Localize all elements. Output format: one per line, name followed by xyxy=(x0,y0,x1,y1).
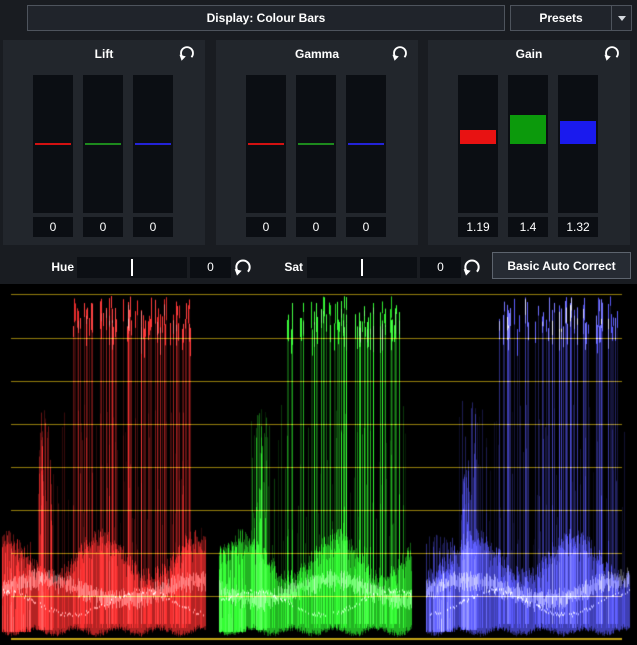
gamma-red-slider[interactable] xyxy=(246,75,286,213)
lift-red-slider[interactable] xyxy=(33,75,73,213)
lift-blue-slider[interactable] xyxy=(133,75,173,213)
gain-blue-slider[interactable] xyxy=(558,75,598,213)
hue-slider[interactable] xyxy=(77,257,187,278)
gain-blue-value: 1.32 xyxy=(558,217,598,237)
hue-reset-button[interactable] xyxy=(233,257,253,277)
gain-blue-slider-handle[interactable] xyxy=(560,121,596,144)
lift-red-slider-handle[interactable] xyxy=(35,143,71,145)
hue-value: 0 xyxy=(190,257,231,278)
rotate-ccw-arrow-icon xyxy=(462,257,482,277)
gamma-blue-slider[interactable] xyxy=(346,75,386,213)
hue-slider-handle[interactable] xyxy=(131,259,133,276)
lift-green-slider-handle[interactable] xyxy=(85,143,121,145)
gain-title: Gain xyxy=(428,47,630,61)
lift-title: Lift xyxy=(3,47,205,61)
display-mode-button[interactable]: Display: Colour Bars xyxy=(27,5,505,31)
gamma-title: Gamma xyxy=(216,47,418,61)
gain-red-slider-handle[interactable] xyxy=(460,130,496,144)
lift-blue-value: 0 xyxy=(133,217,173,237)
gamma-red-value: 0 xyxy=(246,217,286,237)
lift-red-value: 0 xyxy=(33,217,73,237)
gamma-green-slider-handle[interactable] xyxy=(298,143,334,145)
sat-slider[interactable] xyxy=(307,257,417,278)
gain-red-slider[interactable] xyxy=(458,75,498,213)
lift-panel: Lift000 xyxy=(3,40,205,245)
lift-reset-button[interactable] xyxy=(178,44,196,62)
lift-blue-slider-handle[interactable] xyxy=(135,143,171,145)
sat-reset-button[interactable] xyxy=(462,257,482,277)
chevron-down-icon xyxy=(618,16,626,21)
sat-value: 0 xyxy=(420,257,461,278)
gamma-reset-button[interactable] xyxy=(391,44,409,62)
rgb-parade-waveform xyxy=(0,284,637,645)
gamma-red-slider-handle[interactable] xyxy=(248,143,284,145)
gamma-blue-value: 0 xyxy=(346,217,386,237)
rotate-ccw-arrow-icon xyxy=(603,44,621,62)
gain-green-value: 1.4 xyxy=(508,217,548,237)
gamma-blue-slider-handle[interactable] xyxy=(348,143,384,145)
presets-dropdown-button[interactable] xyxy=(612,16,631,21)
presets-button[interactable]: Presets xyxy=(510,5,632,31)
waveform-monitor xyxy=(0,284,637,645)
gamma-green-slider[interactable] xyxy=(296,75,336,213)
gain-red-value: 1.19 xyxy=(458,217,498,237)
basic-auto-correct-button[interactable]: Basic Auto Correct xyxy=(492,252,631,279)
presets-label: Presets xyxy=(511,11,611,25)
colour-corrector-panel: Display: Colour Bars Presets Lift000Gamm… xyxy=(0,0,637,645)
gain-green-slider-handle[interactable] xyxy=(510,115,546,144)
sat-label: Sat xyxy=(269,257,303,278)
sat-slider-handle[interactable] xyxy=(361,259,363,276)
gain-panel: Gain 1.19 1.4 1.32 xyxy=(428,40,630,245)
rotate-ccw-arrow-icon xyxy=(391,44,409,62)
gamma-green-value: 0 xyxy=(296,217,336,237)
rotate-ccw-arrow-icon xyxy=(233,257,253,277)
lift-green-value: 0 xyxy=(83,217,123,237)
hue-label: Hue xyxy=(40,257,74,278)
lift-green-slider[interactable] xyxy=(83,75,123,213)
gain-reset-button[interactable] xyxy=(603,44,621,62)
gain-green-slider[interactable] xyxy=(508,75,548,213)
rotate-ccw-arrow-icon xyxy=(178,44,196,62)
gamma-panel: Gamma000 xyxy=(216,40,418,245)
